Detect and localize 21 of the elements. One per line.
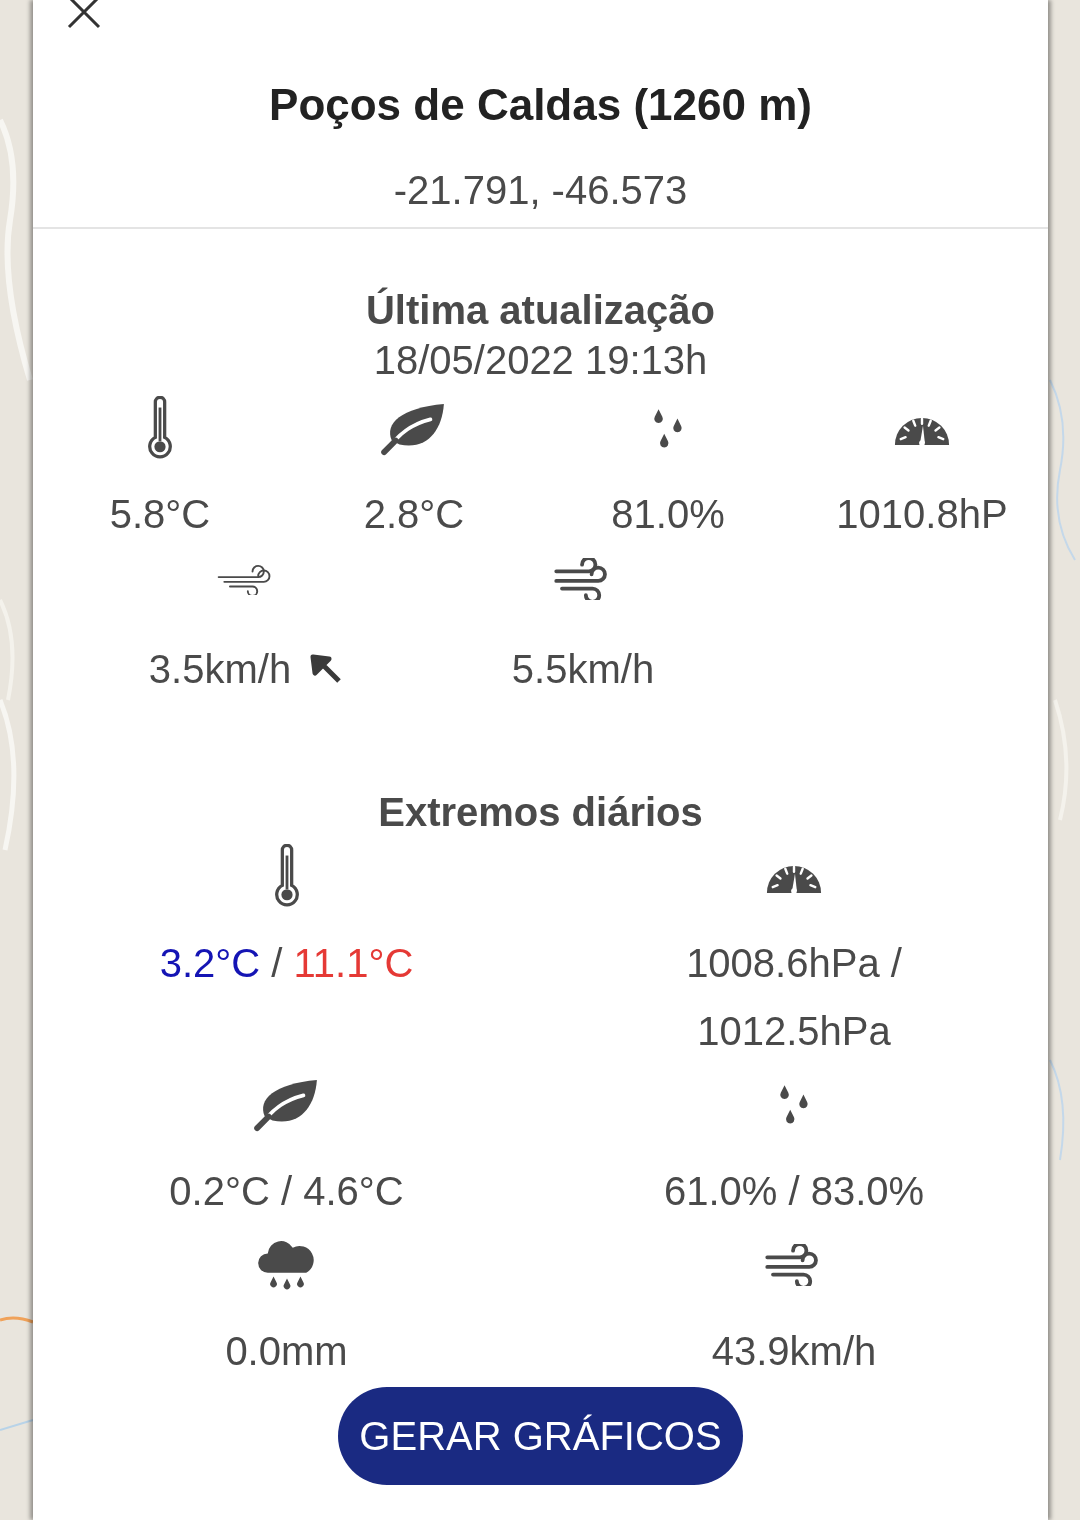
station-title: Poços de Caldas (1260 m) [269,79,812,131]
extreme-value: 61.0% / 83.0% [663,1168,925,1215]
reading-value: 5.8°C [109,491,211,538]
extreme-value: 0.0mm [225,1328,348,1375]
arrow-icon [309,653,342,685]
section-title: Extremos diários [378,789,703,836]
reading-value: 1010.8hP [836,491,1008,538]
close-icon[interactable] [66,0,102,30]
timestamp: 18/05/2022 19:13h [373,337,708,384]
generate-charts-button[interactable]: GERAR GRÁFICOS [338,1387,743,1485]
reading-value: 3.5km/h [148,646,292,693]
extreme-value: 43.9km/h [711,1328,877,1375]
section-title: Última atualização [366,286,715,334]
rain-cloud-icon [257,1240,316,1290]
coordinates: -21.791, -46.573 [393,167,688,214]
extreme-value: 1008.6hPa / 1012.5hPa [685,940,903,1055]
extreme-value: 3.2°C / 11.1°C [159,940,414,987]
extreme-value: 0.2°C / 4.6°C [169,1168,404,1215]
reading-value: 2.8°C [363,491,465,538]
reading-value: 81.0% [611,491,725,538]
reading-value: 5.5km/h [511,646,655,693]
